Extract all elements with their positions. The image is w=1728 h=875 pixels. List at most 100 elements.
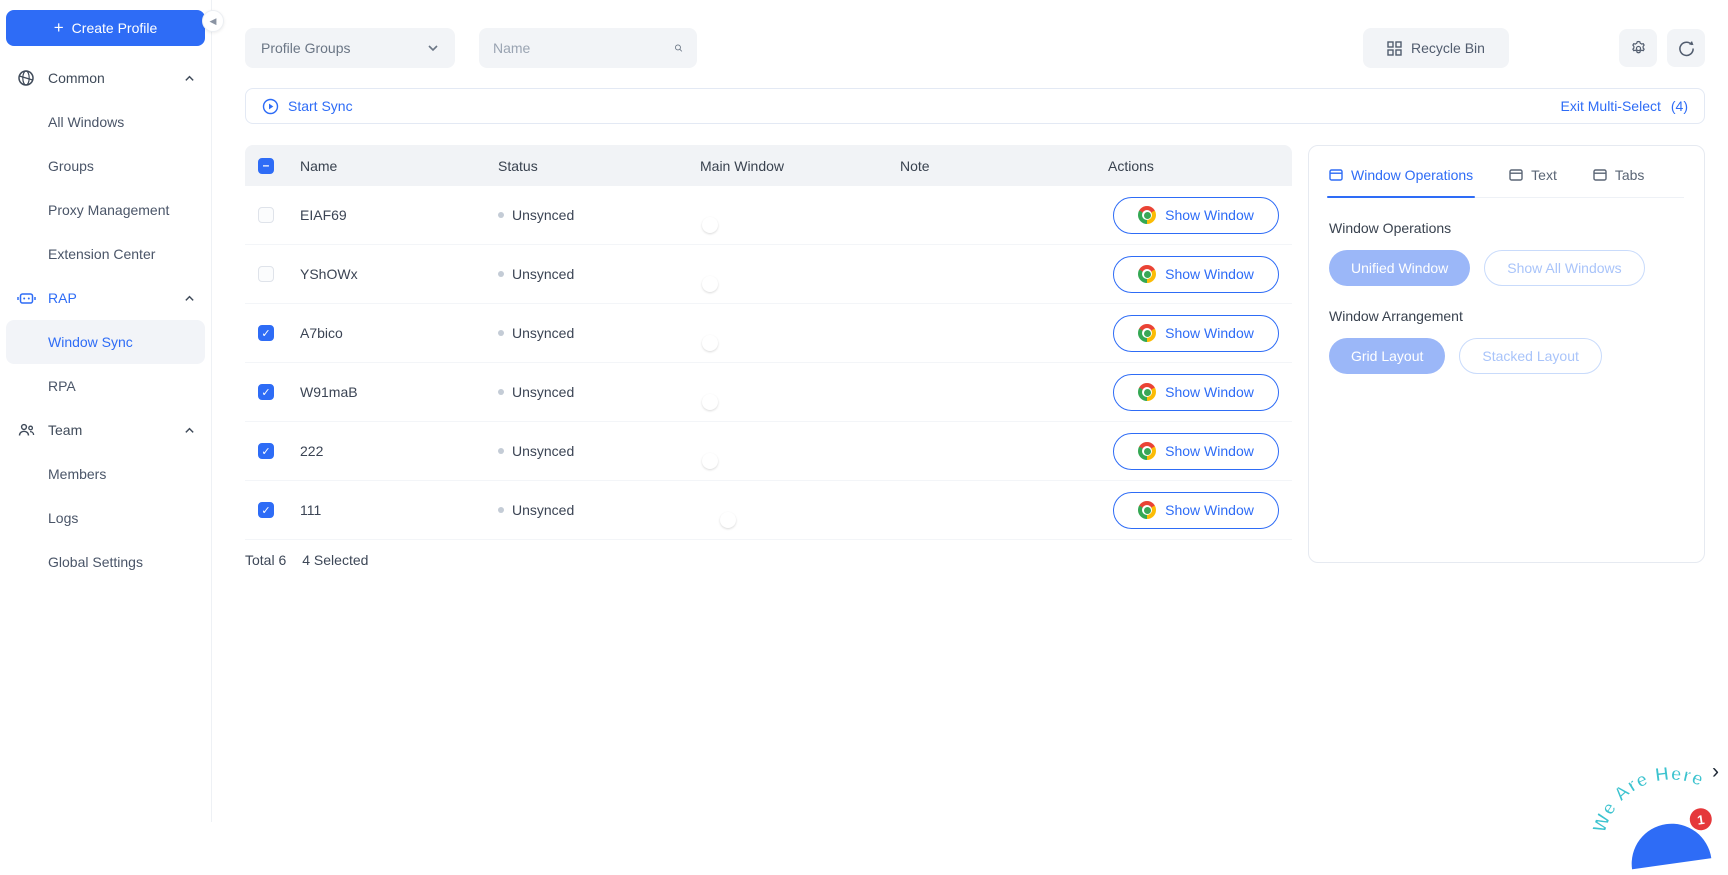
tab-tabs[interactable]: Tabs	[1593, 167, 1645, 197]
tab-window-operations[interactable]: Window Operations	[1329, 167, 1473, 197]
status-dot-icon	[498, 271, 504, 277]
we-are-here-badge[interactable]: We Are Here 1	[1579, 743, 1728, 874]
unified-window-button[interactable]: Unified Window	[1329, 250, 1470, 286]
col-header-status: Status	[498, 158, 700, 174]
row-status-text: Unsynced	[512, 266, 574, 282]
button-label: Show All Windows	[1507, 260, 1621, 276]
show-window-button[interactable]: Show Window	[1113, 374, 1279, 411]
col-header-note: Note	[900, 158, 1108, 174]
button-label: Stacked Layout	[1482, 348, 1579, 364]
button-label: Unified Window	[1351, 260, 1448, 276]
recycle-bin-button[interactable]: Recycle Bin	[1363, 28, 1509, 68]
chrome-icon	[1138, 206, 1156, 224]
sidebar-section-rap[interactable]: RAP	[0, 276, 211, 320]
sidebar-item-window-sync[interactable]: Window Sync	[6, 320, 205, 364]
sidebar-item-proxy-management[interactable]: Proxy Management	[0, 188, 211, 232]
table-row[interactable]: A7bico Unsynced Show Window	[245, 304, 1292, 363]
exit-multi-select-label: Exit Multi-Select	[1561, 98, 1661, 114]
row-name: A7bico	[300, 325, 498, 341]
selected-count: (4)	[1671, 98, 1688, 114]
sidebar-item-logs[interactable]: Logs	[0, 496, 211, 540]
stacked-layout-button[interactable]: Stacked Layout	[1459, 338, 1602, 374]
show-window-label: Show Window	[1165, 266, 1254, 282]
sidebar-section-team[interactable]: Team	[0, 408, 211, 452]
show-window-label: Show Window	[1165, 443, 1254, 459]
tab-label: Text	[1531, 167, 1557, 183]
row-checkbox[interactable]	[258, 266, 274, 282]
row-status-text: Unsynced	[512, 502, 574, 518]
table-row[interactable]: 222 Unsynced Show Window	[245, 422, 1292, 481]
sidebar-item-members[interactable]: Members	[0, 452, 211, 496]
refresh-button[interactable]	[1667, 29, 1705, 67]
row-checkbox[interactable]	[258, 384, 274, 400]
chrome-icon	[1138, 501, 1156, 519]
select-all-checkbox[interactable]	[258, 158, 274, 174]
section-title-window-arrangement: Window Arrangement	[1329, 308, 1684, 324]
sidebar-item-label: Groups	[48, 158, 94, 174]
col-header-actions: Actions	[1108, 158, 1279, 174]
table-row[interactable]: 111 Unsynced Show Window	[245, 481, 1292, 540]
sidebar-item-label: All Windows	[48, 114, 124, 130]
sidebar-collapse-button[interactable]: ◀	[202, 10, 224, 32]
row-checkbox[interactable]	[258, 325, 274, 341]
show-all-windows-button[interactable]: Show All Windows	[1484, 250, 1644, 286]
chevron-up-icon	[184, 73, 195, 84]
show-window-button[interactable]: Show Window	[1113, 492, 1279, 529]
show-window-button[interactable]: Show Window	[1113, 433, 1279, 470]
create-profile-button[interactable]: + Create Profile	[6, 10, 205, 46]
row-checkbox[interactable]	[258, 502, 274, 518]
status-dot-icon	[498, 448, 504, 454]
start-sync-button[interactable]: Start Sync	[262, 98, 353, 115]
panel-tabs: Window Operations Text Tabs	[1329, 146, 1684, 198]
status-dot-icon	[498, 507, 504, 513]
gear-icon	[1630, 40, 1647, 57]
table-row[interactable]: YShOWx Unsynced Show Window	[245, 245, 1292, 304]
section-title-window-operations: Window Operations	[1329, 220, 1684, 236]
sidebar-item-all-windows[interactable]: All Windows	[0, 100, 211, 144]
grid-layout-button[interactable]: Grid Layout	[1329, 338, 1445, 374]
sidebar-item-groups[interactable]: Groups	[0, 144, 211, 188]
notification-count: 1	[1696, 812, 1705, 828]
recycle-bin-label: Recycle Bin	[1411, 40, 1485, 56]
team-icon	[16, 420, 36, 440]
sidebar-item-global-settings[interactable]: Global Settings	[0, 540, 211, 584]
sidebar-section-common[interactable]: Common	[0, 56, 211, 100]
show-window-button[interactable]: Show Window	[1113, 256, 1279, 293]
profile-groups-label: Profile Groups	[261, 40, 350, 56]
search-icon[interactable]	[674, 40, 683, 56]
sidebar-item-extension-center[interactable]: Extension Center	[0, 232, 211, 276]
name-search-input[interactable]	[493, 40, 674, 56]
name-search-box	[479, 28, 697, 68]
tab-text[interactable]: Text	[1509, 167, 1557, 197]
show-window-label: Show Window	[1165, 502, 1254, 518]
exit-multi-select-button[interactable]: Exit Multi-Select (4)	[1561, 98, 1688, 114]
tab-label: Tabs	[1615, 167, 1645, 183]
col-header-main-window: Main Window	[700, 158, 900, 174]
window-icon	[1329, 168, 1343, 182]
row-name: 222	[300, 443, 498, 459]
status-dot-icon	[498, 330, 504, 336]
settings-button[interactable]	[1619, 29, 1657, 67]
status-dot-icon	[498, 389, 504, 395]
row-name: YShOWx	[300, 266, 498, 282]
notification-badge	[1688, 807, 1713, 832]
sync-bar: Start Sync Exit Multi-Select (4)	[245, 88, 1705, 124]
play-circle-icon	[262, 98, 279, 115]
show-window-label: Show Window	[1165, 207, 1254, 223]
edge-expand-chevron[interactable]: ›	[1712, 758, 1728, 786]
row-checkbox[interactable]	[258, 443, 274, 459]
we-are-here-text: We Are Here	[1582, 758, 1714, 838]
show-window-button[interactable]: Show Window	[1113, 197, 1279, 234]
sidebar-item-rpa[interactable]: RPA	[0, 364, 211, 408]
selected-count-label: 4 Selected	[302, 552, 368, 568]
profile-groups-select[interactable]: Profile Groups	[245, 28, 455, 68]
status-dot-icon	[498, 212, 504, 218]
row-status-text: Unsynced	[512, 384, 574, 400]
window-icon	[1509, 168, 1523, 182]
table-row[interactable]: W91maB Unsynced Show Window	[245, 363, 1292, 422]
sidebar-section-label: Team	[48, 422, 184, 438]
table-row[interactable]: EIAF69 Unsynced Show Window	[245, 186, 1292, 245]
row-checkbox[interactable]	[258, 207, 274, 223]
show-window-button[interactable]: Show Window	[1113, 315, 1279, 352]
sidebar-item-label: Members	[48, 466, 106, 482]
